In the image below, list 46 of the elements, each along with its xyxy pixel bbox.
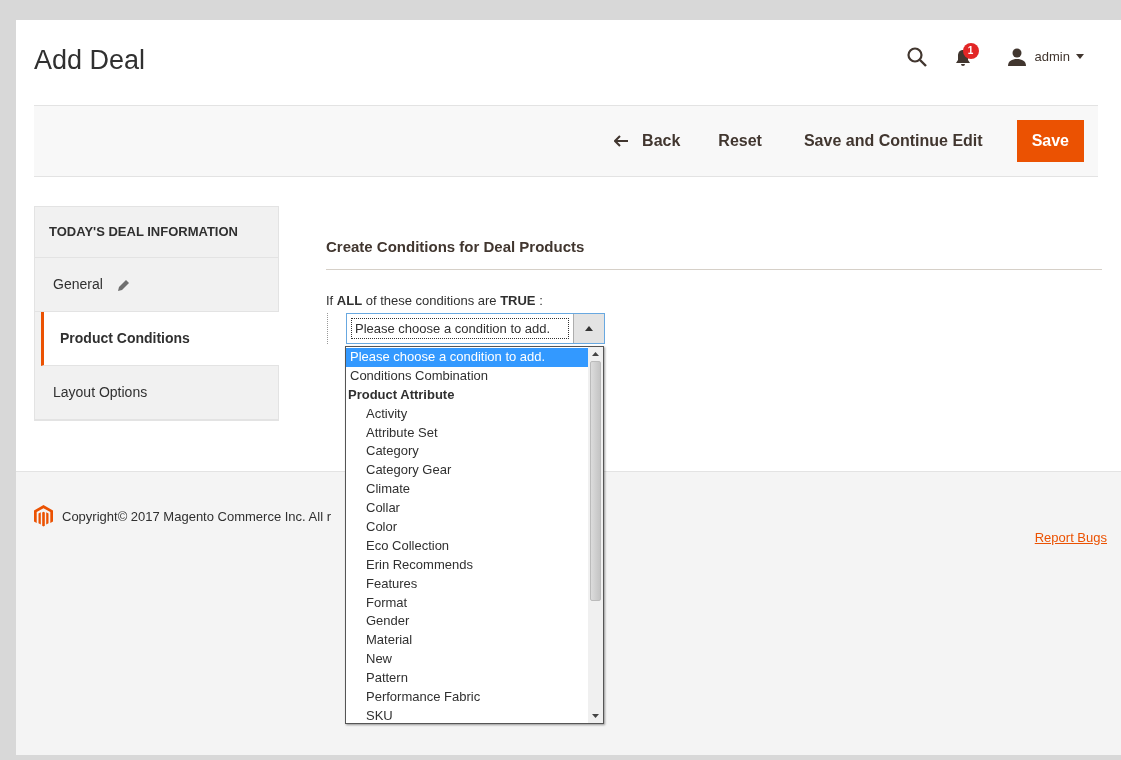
scrollbar[interactable] (588, 347, 603, 723)
dropdown-option[interactable]: Erin Recommends (346, 555, 588, 575)
back-button[interactable]: Back (604, 120, 691, 162)
sidebar-tab[interactable]: Layout Options (35, 366, 278, 420)
dropdown-option[interactable]: Attribute Set (346, 423, 588, 443)
user-name: admin (1034, 47, 1070, 66)
arrow-left-icon (614, 135, 629, 147)
save-button[interactable]: Save (1016, 120, 1084, 162)
action-button[interactable]: Save and Continue Edit (789, 120, 997, 162)
action-button[interactable]: Reset (704, 120, 776, 162)
notification-count: 1 (962, 42, 979, 59)
condition-rule-text: If ALL of these conditions are TRUE : (326, 291, 544, 310)
dropdown-option[interactable]: Climate (346, 480, 588, 500)
dropdown-option[interactable]: Performance Fabric (346, 688, 588, 707)
dropdown-option[interactable]: Features (346, 574, 588, 594)
logo-icon (34, 505, 53, 527)
dropdown-option[interactable]: Gender (346, 612, 588, 632)
sidebar-tab-label: Layout Options (53, 383, 148, 402)
copyright-text: Copyright© 2017 Magento Commerce Inc. All r (62, 508, 331, 526)
select-value: Please choose a condition to add. (351, 318, 569, 339)
search-icon[interactable] (906, 46, 927, 67)
dropdown-option[interactable]: Category Gear (346, 461, 588, 481)
dropdown-option[interactable]: SKU (346, 706, 588, 723)
condition-select[interactable]: Please choose a condition to add. (346, 313, 605, 344)
dropdown-option[interactable]: Conditions Combination (346, 366, 588, 386)
sidebar-tab-label: General (53, 275, 103, 294)
dropdown-option[interactable]: Pattern (346, 669, 588, 689)
option-group-label: Product Attribute (347, 385, 456, 404)
sidebar-tab[interactable]: Product Conditions (41, 312, 279, 366)
user-icon (1006, 47, 1027, 66)
dropdown-option[interactable]: Format (346, 593, 588, 613)
dropdown-option[interactable]: Activity (346, 404, 588, 424)
page-title: Add Deal (34, 44, 146, 78)
dropdown-option[interactable]: Category (346, 442, 588, 462)
dropdown-option[interactable]: Color (346, 518, 588, 537)
section-title: Create Conditions for Deal Products (326, 236, 1102, 270)
user-menu[interactable]: admin (1006, 46, 1084, 67)
caret-up-icon (585, 326, 593, 331)
sidebar-tab-label: Product Conditions (60, 329, 190, 348)
dropdown-option[interactable]: New (346, 650, 588, 670)
dropdown-option[interactable]: Material (346, 631, 588, 651)
scroll-thumb[interactable] (590, 361, 601, 601)
sidebar-title: TODAY'S DEAL INFORMATION (35, 207, 278, 258)
dropdown-option[interactable]: Eco Collection (346, 536, 588, 556)
caret-icon (1076, 54, 1084, 59)
dropdown-option[interactable]: Collar (346, 499, 588, 518)
